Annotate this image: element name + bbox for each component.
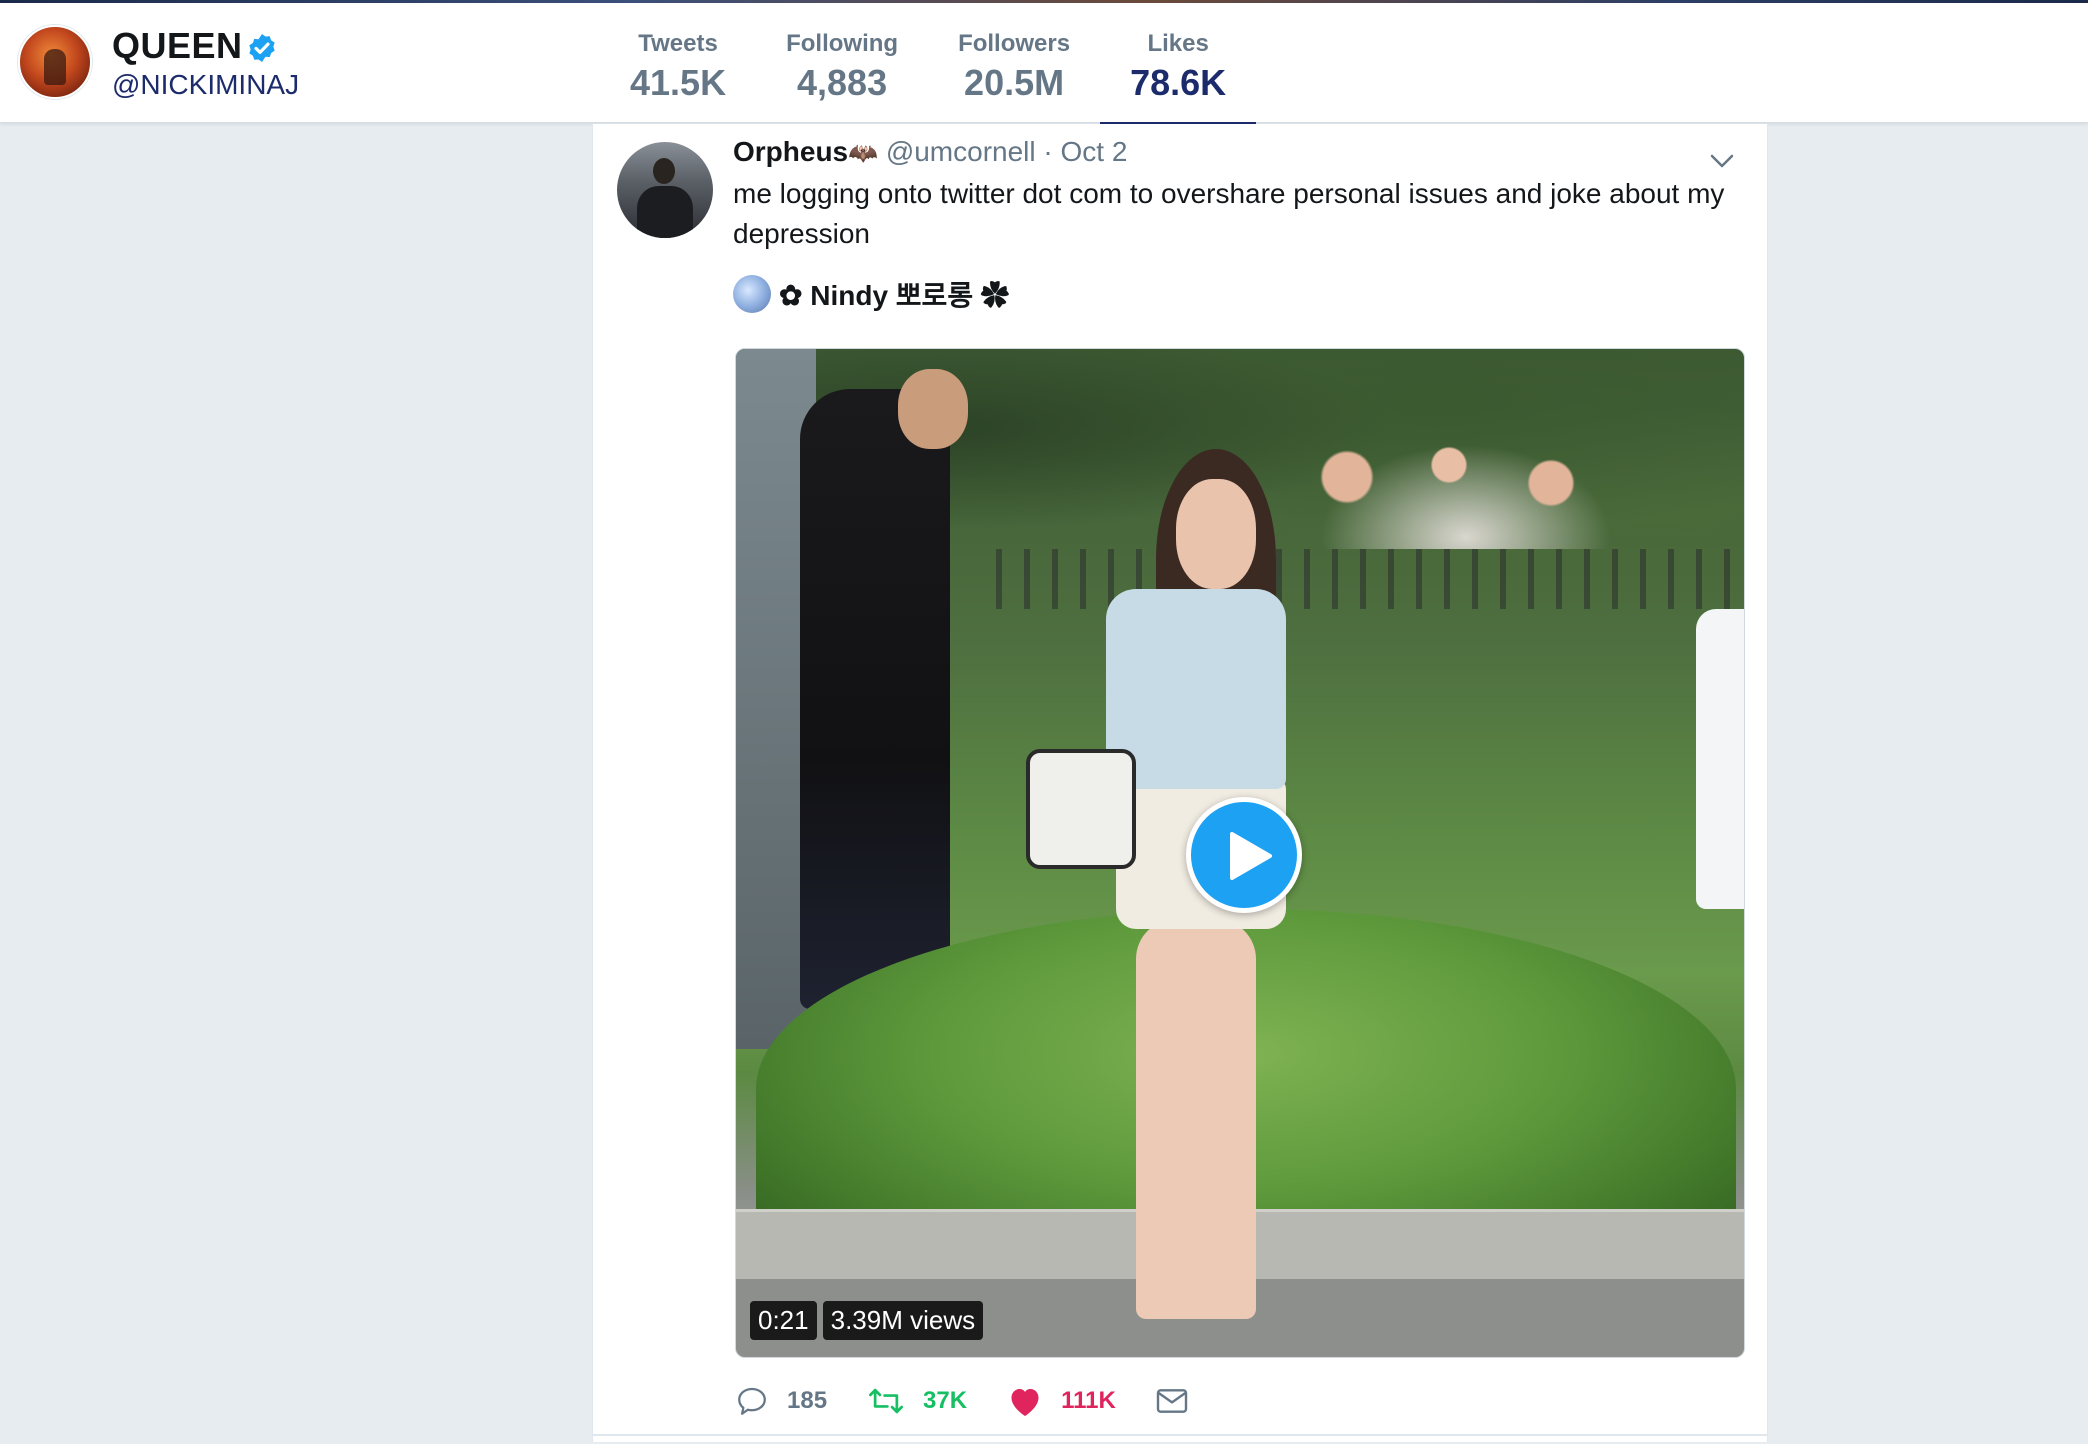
header-separator: · [1043,136,1053,167]
tweet-author-name[interactable]: Orpheus [733,136,848,167]
tweet-header: Orpheus🦇 @umcornell · Oct 2 [733,136,1127,168]
tweet-text: me logging onto twitter dot com to overs… [733,178,1725,249]
retweet-count: 37K [923,1387,968,1414]
profile-handle[interactable]: @NICKIMINAJ [112,69,299,101]
profile-stats-nav: Tweets 41.5K Following 4,883 Followers 2… [600,6,1257,126]
stat-value: 78.6K [1130,62,1227,103]
quoted-account-avatar[interactable] [733,275,771,313]
like-count: 111K [1061,1387,1116,1414]
tab-likes[interactable]: Likes 78.6K [1100,6,1257,126]
tweet-actions: 185 37K 111K [735,1378,1228,1424]
stat-value: 4,883 [797,62,888,103]
tweet-date[interactable]: Oct 2 [1061,136,1128,167]
like-button[interactable]: 111K [1007,1384,1116,1418]
video-views: 3.39M views [822,1301,984,1340]
reply-button[interactable]: 185 [735,1384,827,1418]
stat-label: Following [786,30,899,57]
reply-icon [738,1387,766,1415]
tweet-card[interactable]: Orpheus🦇 @umcornell · Oct 2 me logging o… [592,124,1768,1442]
retweet-icon [869,1388,904,1414]
envelope-icon [1156,1389,1188,1413]
direct-message-button[interactable] [1156,1387,1188,1415]
card-divider [592,1434,1768,1436]
video-player[interactable]: 0:21 3.39M views [735,348,1745,1358]
quoted-account-name[interactable]: ✿ Nindy 뽀로롱 ✿ [779,274,1009,314]
profile-name[interactable]: QUEEN [112,25,243,67]
stat-label: Likes [1147,30,1209,57]
tweet-author-handle[interactable]: @umcornell [886,136,1036,167]
stat-value: 41.5K [630,62,727,103]
bat-emoji: 🦇 [848,140,879,167]
reply-count: 185 [787,1387,828,1414]
stat-label: Followers [958,30,1071,57]
stat-label: Tweets [638,30,718,57]
play-icon [1230,832,1272,880]
quoted-account[interactable]: ✿ Nindy 뽀로롱 ✿ [733,274,1009,314]
video-duration: 0:21 [750,1301,817,1340]
tab-following[interactable]: Following 4,883 [756,6,928,126]
chevron-down-icon[interactable] [1707,146,1737,176]
tweet-author-avatar[interactable] [617,142,713,238]
tab-tweets[interactable]: Tweets 41.5K [600,6,756,126]
profile-avatar[interactable] [18,25,92,99]
stat-value: 20.5M [964,62,1065,103]
profile-nav-bar: QUEEN @NICKIMINAJ Tweets 41.5K Following… [0,3,2088,126]
play-button[interactable] [1186,797,1302,913]
video-info-badges: 0:21 3.39M views [750,1301,989,1340]
tab-followers[interactable]: Followers 20.5M [928,6,1100,126]
verified-badge-icon [249,34,275,62]
retweet-button[interactable]: 37K [867,1384,967,1418]
heart-icon [1011,1389,1039,1416]
